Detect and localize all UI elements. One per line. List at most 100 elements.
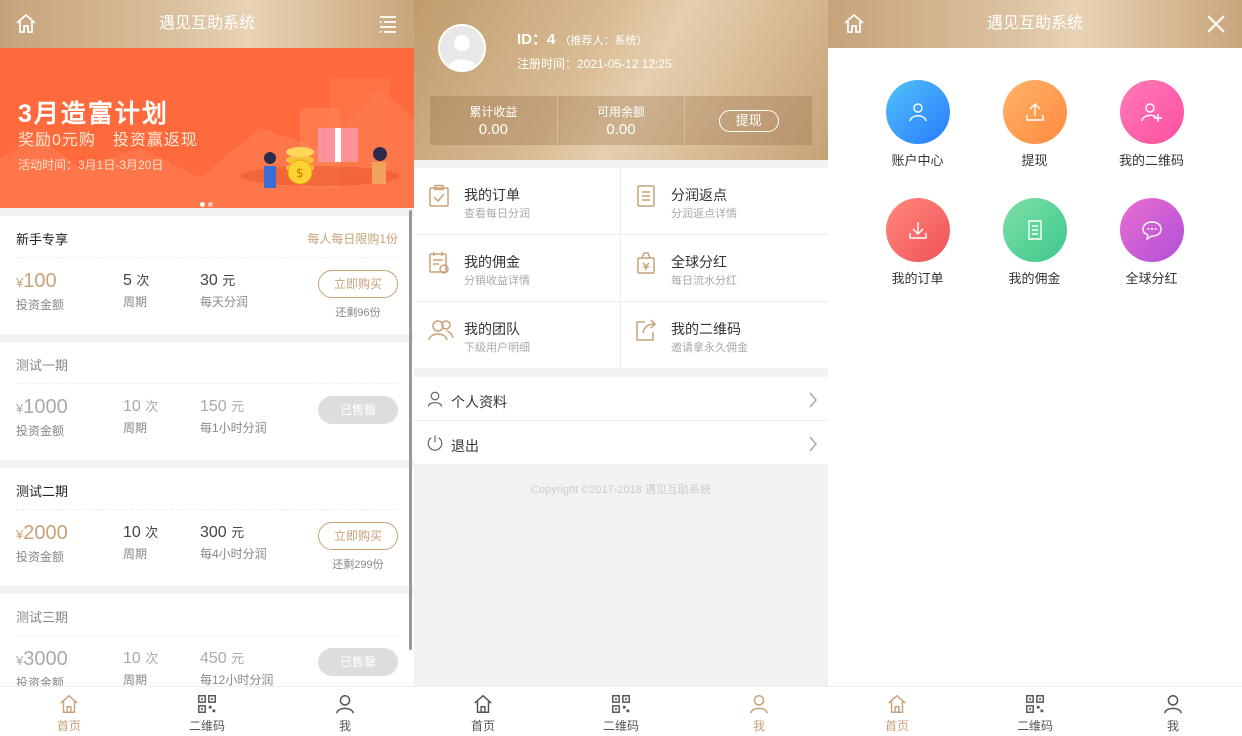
remaining-count: 还剩299份 [332,559,384,571]
banner-date: 活动时间：3月1日-3月20日 [18,158,164,172]
tab-bar: 首页 二维码 我 [0,686,414,736]
tab-me[interactable]: 我 [690,687,828,736]
profit-label: 每4小时分润 [200,547,267,561]
profit-label: 每1小时分润 [200,421,267,435]
profit-unit: 元 [231,399,245,414]
grid-item-qrcode[interactable]: 我的二维码 邀请拿永久佣金 [621,302,828,369]
share-icon [636,319,657,341]
grid-title: 我的二维码 [671,321,741,337]
amount-label: 投资金额 [16,298,65,312]
home-icon [60,694,78,713]
home-screen: 遇见互助系统 $ 3月造富计划 奖励0元购 投资赢返现 活动时间：3月1日-3月… [0,0,414,736]
avatar-placeholder-icon [440,26,484,70]
menu-label: 我的订单 [891,271,944,286]
menu-label: 账户中心 [891,153,944,168]
upload-icon [1025,103,1044,121]
row-logout[interactable]: 退出 [414,421,828,465]
scrollbar[interactable] [409,210,412,650]
tab-label: 首页 [884,719,909,733]
product-card: 新手专享 每人每日限购1份 ¥100 投资金额 5 次周期 30 元每天分润 立即… [0,216,414,334]
header: 遇见互助系统 [828,0,1242,48]
promo-banner[interactable]: $ 3月造富计划 奖励0元购 投资赢返现 活动时间：3月1日-3月20日 [0,48,414,208]
purchase-limit: 每人每日限购1份 [307,232,398,246]
money-bag-icon [637,252,655,274]
menu-item-qrcode[interactable]: 我的二维码 [1093,80,1210,169]
qrcode-icon [1026,695,1044,713]
tab-qrcode[interactable]: 二维码 [552,687,690,736]
menu-icon[interactable] [376,12,400,36]
profile-header: ID：4 （推荐人：系统） 注册时间：2021-05-12 12:25 累计收益… [414,0,828,160]
profit-value: 450 [200,650,227,667]
banner-subtitle: 奖励0元购 投资赢返现 [18,132,198,149]
copyright: Copyright ©2017-2018 遇见互助系统 [531,484,711,496]
page-title: 遇见互助系统 [986,15,1083,32]
menu-item-withdraw[interactable]: 提现 [976,80,1093,169]
grid-subtitle: 下级用户明细 [464,342,530,354]
buy-button[interactable]: 立即购买 [318,270,398,298]
menu-label: 提现 [1021,153,1048,168]
period-unit: 次 [145,399,159,414]
period-unit: 次 [136,273,150,288]
profit-unit: 元 [231,525,245,540]
carousel-dots[interactable] [200,194,216,208]
stat-label: 累计收益 [469,105,518,119]
menu-icon-circle [885,80,950,144]
tab-me[interactable]: 我 [1104,687,1242,736]
tab-bar: 首页 二维码 我 [828,686,1242,736]
referrer: （推荐人：系统） [559,35,648,47]
row-profile[interactable]: 个人资料 [414,377,828,421]
team-icon [428,320,454,341]
grid-subtitle: 分润返点详情 [671,208,737,220]
period-label: 周期 [123,421,148,435]
tab-qrcode[interactable]: 二维码 [966,687,1104,736]
row-label: 退出 [451,438,479,454]
profit-value: 30 [200,272,218,289]
menu-item-orders[interactable]: 我的订单 [859,198,976,287]
buy-button[interactable]: 立即购买 [318,522,398,550]
tab-home[interactable]: 首页 [828,687,966,736]
user-icon [427,391,443,407]
stat-total-income: 累计收益 0.00 [430,96,558,145]
menu-item-dividend[interactable]: 全球分红 [1093,198,1210,287]
grid-item-team[interactable]: 我的团队 下级用户明细 [414,302,621,369]
qrcode-icon [198,695,216,713]
tab-label: 二维码 [188,719,225,733]
grid-title: 我的佣金 [464,254,520,270]
tab-home[interactable]: 首页 [0,687,138,736]
grid-item-commission[interactable]: 我的佣金 分销收益详情 [414,235,621,302]
document-icon [1027,220,1042,240]
grid-title: 我的团队 [464,321,520,337]
period-unit: 次 [145,651,159,666]
menu-item-commission[interactable]: 我的佣金 [976,198,1093,287]
product-name: 测试一期 [16,342,398,384]
chat-icon [1141,221,1162,241]
product-card: 测试二期 ¥2000 投资金额 10 次周期 300 元每4小时分润 立即购买 还… [0,468,414,586]
tab-bar: 首页 二维码 我 [414,686,828,736]
grid-item-dividend[interactable]: 全球分红 每日流水分红 [621,235,828,302]
tab-label: 我 [1166,719,1179,733]
menu-screen: 遇见互助系统 账户中心 提现 我的二维码 我的订单 我的佣金 全球分红 首页 二… [828,0,1242,736]
tab-me[interactable]: 我 [276,687,414,736]
menu-icon-circle [1002,80,1067,144]
grid-item-rebate[interactable]: 分润返点 分润返点详情 [621,168,828,235]
calendar-money-icon [429,252,449,274]
tab-qrcode[interactable]: 二维码 [138,687,276,736]
period-label: 周期 [123,295,148,309]
menu-label: 我的佣金 [1008,271,1061,286]
menu-icon-circle [1119,198,1184,262]
product-name: 测试二期 [16,468,398,510]
grid-item-orders[interactable]: 我的订单 查看每日分润 [414,168,621,235]
tab-home[interactable]: 首页 [414,687,552,736]
grid-title: 全球分红 [671,254,727,270]
menu-item-account[interactable]: 账户中心 [859,80,976,169]
menu-label: 全球分红 [1125,271,1178,286]
withdraw-button[interactable]: 提现 [718,110,779,132]
investment-amount: 3000 [23,648,68,670]
home-icon [888,694,906,713]
tab-label: 二维码 [602,719,639,733]
avatar[interactable] [438,24,486,72]
grid-subtitle: 每日流水分红 [671,275,737,287]
register-time: 注册时间：2021-05-12 12:25 [517,57,672,71]
grid-title: 分润返点 [671,187,727,203]
close-icon[interactable] [1204,12,1228,36]
